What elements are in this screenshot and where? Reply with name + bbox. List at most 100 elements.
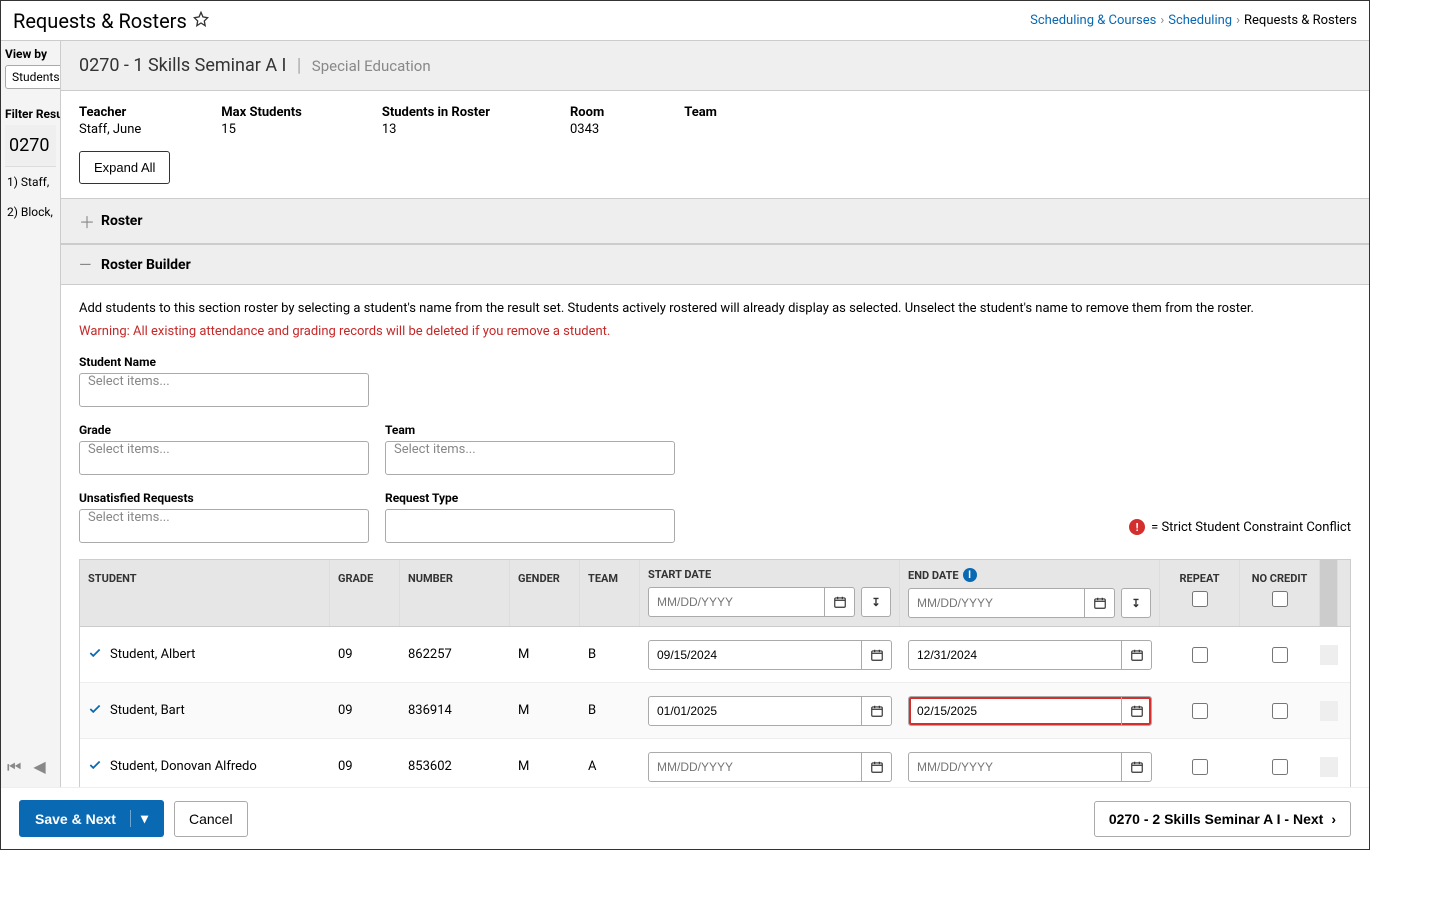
cell-number: 853602 [400,749,510,784]
calendar-icon[interactable] [1084,588,1114,618]
page-title: Requests & Rosters [13,9,187,33]
chevron-right-icon: › [1331,811,1336,827]
fill-down-icon[interactable]: ↧ [1121,588,1151,618]
request-type-input[interactable] [385,509,675,543]
sidebar-code[interactable]: 0270 [5,125,56,167]
cell-grade: 09 [330,637,400,672]
student-name-input[interactable]: Select items... [79,373,369,407]
check-icon[interactable] [88,646,102,664]
fill-down-icon[interactable]: ↧ [861,587,891,617]
view-by-select[interactable]: Students [5,65,61,89]
cell-gender: M [510,693,580,728]
th-repeat: Repeat [1160,560,1240,626]
calendar-icon[interactable] [1121,752,1151,782]
start-date-header-input[interactable] [648,587,855,617]
prev-page-icon[interactable]: ◀ [33,757,45,777]
breadcrumb-link[interactable]: Scheduling & Courses [1030,13,1156,28]
builder-warning: Warning: All existing attendance and gra… [79,324,1351,339]
table-row: Student, Bart 09 836914 M B [80,683,1350,739]
th-start-date: Start Date ↧ [640,560,900,626]
end-date-header-input[interactable] [908,588,1115,618]
first-page-icon[interactable]: ⏮ [7,757,21,777]
repeat-all-checkbox[interactable] [1192,591,1208,607]
section-title: 0270 - 1 Skills Seminar A I [79,55,286,76]
max-students-label: Max Students [221,105,302,120]
end-date-input[interactable] [908,640,1152,670]
sidebar-item[interactable]: 2) Block, [5,197,56,227]
cell-gender: M [510,637,580,672]
start-date-input[interactable] [648,696,892,726]
info-icon[interactable]: i [963,568,977,582]
students-in-roster-label: Students in Roster [382,105,490,120]
next-section-button[interactable]: 0270 - 2 Skills Seminar A I - Next › [1094,801,1351,837]
team-input[interactable]: Select items... [385,441,675,475]
calendar-icon[interactable] [1121,640,1151,670]
save-next-button[interactable]: Save & Next ▾ [61,800,164,837]
start-date-input[interactable] [648,640,892,670]
grade-input[interactable]: Select items... [79,441,369,475]
th-end-date: End Date i ↧ [900,560,1160,626]
repeat-checkbox[interactable] [1192,647,1208,663]
cell-team: A [580,749,640,784]
calendar-icon[interactable] [861,640,891,670]
no-credit-checkbox[interactable] [1272,703,1288,719]
filter-results-label: Filter Resu [5,107,56,121]
start-date-input[interactable] [648,752,892,782]
teacher-label: Teacher [79,105,141,120]
check-icon[interactable] [88,702,102,720]
request-type-label: Request Type [385,491,675,505]
roster-builder-accordion-header[interactable]: — Roster Builder [61,244,1369,285]
student-name[interactable]: Student, Albert [110,647,195,662]
th-gender: Gender [510,560,580,626]
students-in-roster-value: 13 [382,122,490,137]
th-number: Number [400,560,510,626]
pager: ⏮ ◀ [7,757,46,777]
th-team: Team [580,560,640,626]
cell-team: B [580,693,640,728]
calendar-icon[interactable] [824,587,854,617]
no-credit-all-checkbox[interactable] [1272,591,1288,607]
th-no-credit: No Credit [1240,560,1320,626]
repeat-checkbox[interactable] [1192,759,1208,775]
unsatisfied-input[interactable]: Select items... [79,509,369,543]
cell-grade: 09 [330,693,400,728]
builder-helptext: Add students to this section roster by s… [79,301,1351,316]
max-students-value: 15 [221,122,302,137]
grade-label: Grade [79,423,369,437]
favorite-star-icon[interactable] [193,11,209,31]
th-grade: Grade [330,560,400,626]
team-filter-label: Team [385,423,675,437]
expand-all-button[interactable]: Expand All [79,151,170,184]
roster-accordion-header[interactable]: ＋ Roster [61,198,1369,244]
calendar-icon[interactable] [1121,696,1151,726]
breadcrumb-current: Requests & Rosters [1244,13,1357,28]
cell-number: 862257 [400,637,510,672]
student-name[interactable]: Student, Bart [110,703,185,718]
breadcrumb-link[interactable]: Scheduling [1168,13,1232,28]
chevron-right-icon: › [1236,13,1240,28]
student-name[interactable]: Student, Donovan Alfredo [110,759,257,774]
cancel-button[interactable]: Cancel [174,801,248,837]
chevron-right-icon: › [1160,13,1164,28]
no-credit-checkbox[interactable] [1272,759,1288,775]
table-row: Student, Albert 09 862257 M B [80,627,1350,683]
end-date-input[interactable] [908,752,1152,782]
view-by-label: View by [5,47,56,61]
calendar-icon[interactable] [861,752,891,782]
team-label: Team [684,105,717,120]
calendar-icon[interactable] [861,696,891,726]
sidebar-item[interactable]: 1) Staff, [5,167,56,197]
save-dropdown-icon[interactable]: ▾ [130,810,148,827]
alert-icon: ! [1129,519,1145,535]
cell-number: 836914 [400,693,510,728]
repeat-checkbox[interactable] [1192,703,1208,719]
no-credit-checkbox[interactable] [1272,647,1288,663]
check-icon[interactable] [88,758,102,776]
cell-grade: 09 [330,749,400,784]
cell-gender: M [510,749,580,784]
teacher-value: Staff, June [79,122,141,137]
room-label: Room [570,105,604,120]
end-date-input[interactable] [908,696,1152,726]
section-category: Special Education [312,57,431,75]
th-student: Student [80,560,330,626]
